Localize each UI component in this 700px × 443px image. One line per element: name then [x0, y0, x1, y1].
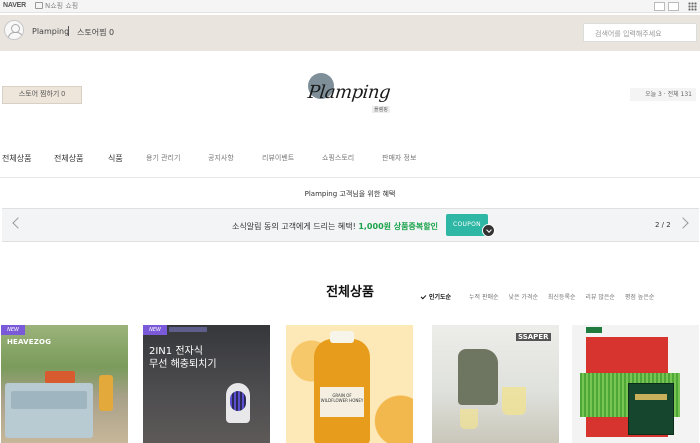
nav-item-review-event[interactable]: 리뷰이벤트 [262, 153, 294, 163]
nav-item-container[interactable]: 용기 관리기 [146, 153, 180, 163]
nav-item-food[interactable]: 식품 [108, 153, 123, 164]
product-headline-line1: 2IN1 전자식 [149, 346, 203, 357]
store-name[interactable]: Plamping [32, 27, 69, 36]
product-image-pack [628, 383, 674, 435]
product-label: GRAIN OF WILDFLOWER HONEY [320, 387, 364, 417]
sort-reviews[interactable]: 리뷰 많은순 [585, 294, 615, 301]
product-card[interactable]: NEW 2IN1 전자식무선 해충퇴치기 [143, 325, 270, 443]
sort-low-price[interactable]: 낮은 가격순 [508, 294, 538, 301]
product-brand: HEAVEZOG [7, 338, 52, 346]
product-title-bar [169, 327, 207, 332]
product-image-cup [460, 409, 478, 429]
nav-item-all-products[interactable]: 전체상품 [2, 153, 31, 164]
store-logo[interactable]: Plamping 플램핑 [304, 70, 396, 118]
store-favorites[interactable]: 스토어찜 0 [77, 27, 114, 38]
product-headline: 2IN1 전자식무선 해충퇴치기 [149, 345, 217, 371]
nav-item-all-products-2[interactable]: 전체상품 [54, 153, 83, 164]
product-image-jars [45, 371, 75, 383]
apps-grid-icon[interactable] [688, 2, 697, 11]
logo-text: Plamping [306, 82, 392, 103]
cart-icon [35, 2, 43, 9]
main-nav: 전체상품 전체상품 식품 용기 관리기 공지사항 리뷰이벤트 쇼핑스토리 판매자… [0, 153, 700, 165]
chevron-right-icon[interactable] [677, 217, 689, 229]
banner-pager: 2 / 2 [655, 221, 671, 229]
naver-shop-link[interactable]: N쇼핑 쇼핑 [35, 1, 78, 11]
chevron-left-icon[interactable] [12, 217, 24, 229]
save-store-button[interactable]: 스토어 찜하기 0 [2, 86, 82, 104]
product-card[interactable]: SSAPER [432, 325, 559, 443]
product-logo: SSAPER [516, 333, 551, 341]
product-image-device [226, 383, 250, 423]
banner-text-main: 소식알림 동의 고객에게 드리는 혜택! [232, 222, 359, 231]
naver-shop-label: N쇼핑 쇼핑 [45, 2, 79, 10]
promo-title: Plamping 고객님을 위한 혜택 [304, 190, 396, 198]
product-headline-line2: 무선 해충퇴치기 [149, 359, 217, 370]
nav-divider [0, 177, 700, 178]
sort-popular[interactable]: 인기도순 [420, 293, 459, 301]
product-image-kettle [458, 349, 498, 405]
product-image-lamp [99, 375, 113, 411]
avatar[interactable] [4, 20, 24, 40]
new-badge: NEW [1, 325, 25, 335]
sort-options: 인기도순 누적 판매순 낮은 가격순 최신등록순 리뷰 많은순 평점 높은순 [420, 292, 662, 302]
product-image-bottle: GRAIN OF WILDFLOWER HONEY [314, 331, 370, 443]
divider [68, 26, 69, 36]
naver-top-bar: NAVER N쇼핑 쇼핑 [0, 0, 700, 13]
sort-popular-label: 인기도순 [429, 294, 452, 301]
product-tag [586, 327, 602, 333]
product-card[interactable] [572, 325, 699, 443]
coupon-banner[interactable]: 소식알림 동의 고객에게 드리는 혜택! 1,000원 상품중복할인 COUPO… [2, 208, 699, 242]
nav-item-seller-info[interactable]: 판매자 정보 [382, 153, 416, 163]
nav-item-shopping-story[interactable]: 쇼핑스토리 [322, 153, 354, 163]
product-card[interactable]: GRAIN OF WILDFLOWER HONEY [286, 325, 413, 443]
download-icon[interactable] [482, 224, 495, 237]
visitor-count: 오늘 3 · 전체 131 [630, 88, 696, 101]
product-image-box [5, 383, 93, 438]
banner-highlight: 1,000원 상품중복할인 [358, 222, 438, 231]
check-icon [420, 293, 427, 300]
search-input[interactable]: 검색어를 입력해주세요 [583, 23, 697, 42]
product-card[interactable]: NEW HEAVEZOG [1, 325, 128, 443]
sort-rating[interactable]: 평점 높은순 [625, 294, 655, 301]
banner-text: 소식알림 동의 고객에게 드리는 혜택! 1,000원 상품중복할인 [232, 221, 438, 232]
nav-item-notice[interactable]: 공지사항 [208, 153, 234, 163]
sort-newest[interactable]: 최신등록순 [548, 294, 576, 301]
product-image-cup [502, 387, 526, 415]
window-icon[interactable] [668, 2, 679, 11]
sort-sales[interactable]: 누적 판매순 [469, 294, 499, 301]
logo-subtext: 플램핑 [372, 106, 390, 113]
new-badge: NEW [143, 325, 167, 335]
minimize-icon[interactable] [654, 2, 665, 11]
store-header: Plamping 스토어찜 0 검색어를 입력해주세요 [0, 15, 700, 51]
naver-logo[interactable]: NAVER [3, 2, 26, 9]
